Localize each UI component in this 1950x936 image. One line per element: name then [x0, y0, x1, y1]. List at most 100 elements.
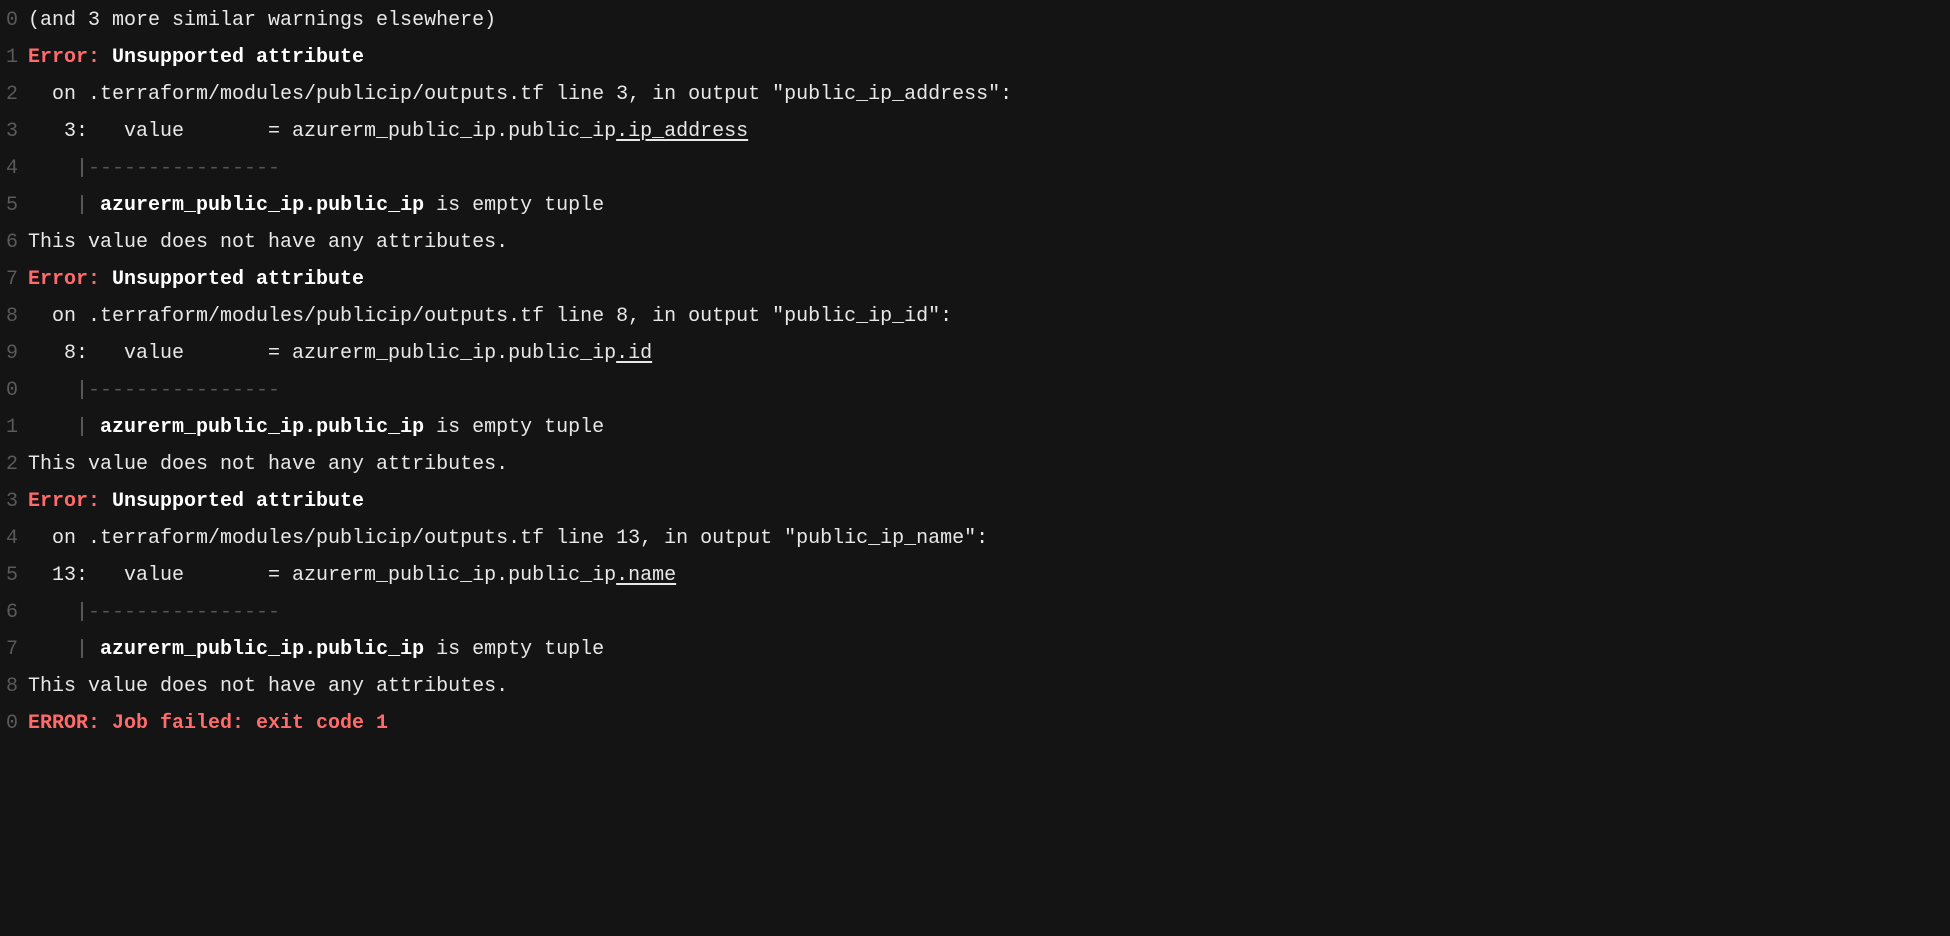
log-segment: .ip_address [616, 120, 748, 143]
line-number: 4 [0, 520, 28, 557]
line-number: 2 [0, 446, 28, 483]
log-segment: azurerm_public_ip.public_ip [100, 638, 424, 661]
log-line: 6 |---------------- [0, 594, 1950, 631]
log-segment: | [76, 601, 88, 624]
line-content: ERROR: Job failed: exit code 1 [28, 705, 1950, 742]
log-segment: (and 3 more similar warnings elsewhere) [28, 9, 496, 32]
line-number: 0 [0, 705, 28, 742]
line-content: This value does not have any attributes. [28, 446, 1950, 483]
log-segment: Unsupported attribute [112, 46, 364, 69]
log-segment: ---------------- [88, 379, 280, 402]
log-segment: is empty tuple [424, 638, 604, 661]
log-segment: Error: [28, 46, 112, 69]
log-segment: | [76, 416, 100, 439]
line-content: (and 3 more similar warnings elsewhere) [28, 2, 1950, 39]
log-line: 0 |---------------- [0, 372, 1950, 409]
log-segment [28, 194, 76, 217]
line-content: |---------------- [28, 372, 1950, 409]
log-segment: 8: value = azurerm_public_ip.public_ip [28, 342, 616, 365]
line-number: 2 [0, 76, 28, 113]
log-segment: Unsupported attribute [112, 490, 364, 513]
log-line: 0ERROR: Job failed: exit code 1 [0, 705, 1950, 742]
line-number: 9 [0, 335, 28, 372]
line-content: on .terraform/modules/publicip/outputs.t… [28, 298, 1950, 335]
log-segment: .id [616, 342, 652, 365]
line-content: This value does not have any attributes. [28, 668, 1950, 705]
log-segment: ---------------- [88, 601, 280, 624]
log-segment: .name [616, 564, 676, 587]
line-number: 6 [0, 224, 28, 261]
log-line: 0(and 3 more similar warnings elsewhere) [0, 2, 1950, 39]
log-line: 8This value does not have any attributes… [0, 668, 1950, 705]
line-number: 3 [0, 113, 28, 150]
log-line: 3 3: value = azurerm_public_ip.public_ip… [0, 113, 1950, 150]
log-segment: Error: [28, 268, 112, 291]
log-line: 4 |---------------- [0, 150, 1950, 187]
line-number: 1 [0, 39, 28, 76]
log-segment: This value does not have any attributes. [28, 231, 508, 254]
log-line: 2 on .terraform/modules/publicip/outputs… [0, 76, 1950, 113]
log-segment: | [76, 638, 100, 661]
log-line: 6This value does not have any attributes… [0, 224, 1950, 261]
line-number: 4 [0, 150, 28, 187]
terminal-output: 0(and 3 more similar warnings elsewhere)… [0, 0, 1950, 742]
line-content: |---------------- [28, 594, 1950, 631]
log-line: 7Error: Unsupported attribute [0, 261, 1950, 298]
log-segment [28, 416, 76, 439]
line-number: 1 [0, 409, 28, 446]
log-line: 2This value does not have any attributes… [0, 446, 1950, 483]
line-content: on .terraform/modules/publicip/outputs.t… [28, 76, 1950, 113]
log-line: 7 | azurerm_public_ip.public_ip is empty… [0, 631, 1950, 668]
log-segment: | [76, 194, 100, 217]
log-segment: is empty tuple [424, 416, 604, 439]
line-content: 3: value = azurerm_public_ip.public_ip.i… [28, 113, 1950, 150]
log-line: 9 8: value = azurerm_public_ip.public_ip… [0, 335, 1950, 372]
log-segment: azurerm_public_ip.public_ip [100, 194, 424, 217]
line-content: | azurerm_public_ip.public_ip is empty t… [28, 187, 1950, 224]
log-segment: azurerm_public_ip.public_ip [100, 416, 424, 439]
log-segment: on .terraform/modules/publicip/outputs.t… [28, 305, 952, 328]
log-line: 1 | azurerm_public_ip.public_ip is empty… [0, 409, 1950, 446]
log-segment: This value does not have any attributes. [28, 675, 508, 698]
line-number: 3 [0, 483, 28, 520]
log-segment: on .terraform/modules/publicip/outputs.t… [28, 83, 1012, 106]
log-segment: is empty tuple [424, 194, 604, 217]
line-number: 6 [0, 594, 28, 631]
line-content: Error: Unsupported attribute [28, 261, 1950, 298]
log-line: 5 13: value = azurerm_public_ip.public_i… [0, 557, 1950, 594]
line-content: 8: value = azurerm_public_ip.public_ip.i… [28, 335, 1950, 372]
line-number: 5 [0, 187, 28, 224]
log-segment [28, 379, 76, 402]
line-content: |---------------- [28, 150, 1950, 187]
log-line: 4 on .terraform/modules/publicip/outputs… [0, 520, 1950, 557]
log-segment: | [76, 157, 88, 180]
line-content: on .terraform/modules/publicip/outputs.t… [28, 520, 1950, 557]
log-segment [28, 157, 76, 180]
log-line: 8 on .terraform/modules/publicip/outputs… [0, 298, 1950, 335]
log-segment: Unsupported attribute [112, 268, 364, 291]
line-content: This value does not have any attributes. [28, 224, 1950, 261]
log-segment: Error: [28, 490, 112, 513]
line-content: | azurerm_public_ip.public_ip is empty t… [28, 409, 1950, 446]
line-number: 8 [0, 298, 28, 335]
line-content: Error: Unsupported attribute [28, 483, 1950, 520]
line-content: 13: value = azurerm_public_ip.public_ip.… [28, 557, 1950, 594]
line-number: 0 [0, 2, 28, 39]
line-number: 8 [0, 668, 28, 705]
line-content: Error: Unsupported attribute [28, 39, 1950, 76]
log-line: 1Error: Unsupported attribute [0, 39, 1950, 76]
log-segment [28, 638, 76, 661]
line-number: 7 [0, 631, 28, 668]
log-segment: on .terraform/modules/publicip/outputs.t… [28, 527, 988, 550]
line-number: 5 [0, 557, 28, 594]
log-segment: 13: value = azurerm_public_ip.public_ip [28, 564, 616, 587]
log-segment: This value does not have any attributes. [28, 453, 508, 476]
log-segment [28, 601, 76, 624]
line-number: 0 [0, 372, 28, 409]
line-number: 7 [0, 261, 28, 298]
log-line: 5 | azurerm_public_ip.public_ip is empty… [0, 187, 1950, 224]
log-segment: ---------------- [88, 157, 280, 180]
log-line: 3Error: Unsupported attribute [0, 483, 1950, 520]
log-segment: | [76, 379, 88, 402]
log-segment: 3: value = azurerm_public_ip.public_ip [28, 120, 616, 143]
